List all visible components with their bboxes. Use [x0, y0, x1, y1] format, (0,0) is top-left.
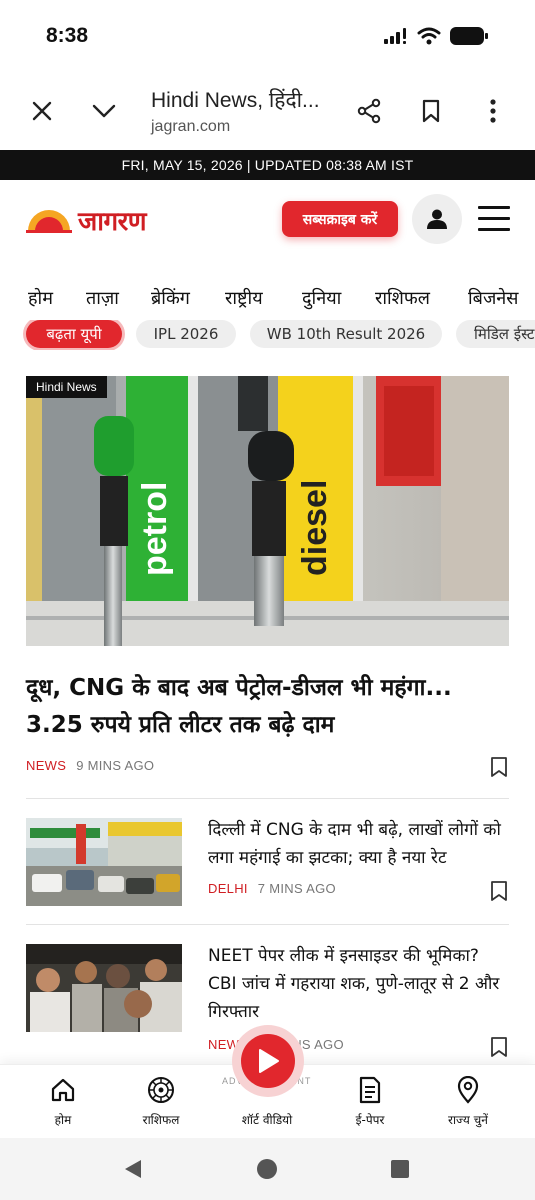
- status-bar: 8:38: [0, 0, 535, 72]
- user-account-button[interactable]: [412, 194, 462, 244]
- share-button[interactable]: [352, 94, 386, 128]
- back-icon[interactable]: [122, 1158, 144, 1180]
- article-thumbnail[interactable]: [26, 818, 182, 906]
- bottom-nav-epaper[interactable]: ई-पेपर: [325, 1075, 415, 1128]
- bottom-nav-select-state[interactable]: राज्य चुनें: [423, 1075, 513, 1128]
- hero-image[interactable]: petrol diesel: [26, 376, 509, 646]
- diesel-label: diesel: [296, 480, 334, 576]
- nav-item-breaking[interactable]: ब्रेकिंग: [151, 286, 190, 310]
- page-title[interactable]: Hindi News, हिंदी...: [151, 86, 331, 114]
- epaper-icon: [359, 1076, 381, 1104]
- chevron-down-icon: [92, 104, 116, 118]
- article-meta: DELHI 7 MINS AGO: [208, 881, 336, 896]
- bottom-nav-short-video[interactable]: शॉर्ट वीडियो: [222, 1111, 312, 1128]
- share-icon: [357, 98, 381, 124]
- nav-item-world[interactable]: दुनिया: [302, 286, 341, 310]
- system-nav-bar: [0, 1138, 535, 1200]
- bottom-nav-horoscope[interactable]: राशिफल: [116, 1075, 206, 1128]
- hero-category-tag[interactable]: Hindi News: [26, 376, 107, 398]
- play-icon: [259, 1049, 279, 1073]
- bottom-nav-home[interactable]: होम: [18, 1075, 108, 1128]
- chip-badhta-up[interactable]: बढ़ता यूपी: [26, 320, 122, 348]
- bottom-nav-label: शॉर्ट वीडियो: [241, 1113, 293, 1127]
- minimize-button[interactable]: [87, 94, 121, 128]
- bottom-nav-label: होम: [54, 1113, 72, 1127]
- bottom-nav-label: ई-पेपर: [355, 1113, 385, 1127]
- bookmark-icon[interactable]: [490, 880, 508, 902]
- fuel-pump-illustration: petrol diesel: [26, 376, 509, 646]
- logo-text: जागरण: [78, 207, 147, 237]
- battery-icon: [450, 27, 488, 45]
- location-pin-icon: [457, 1076, 479, 1104]
- home-icon: [51, 1078, 75, 1102]
- user-icon: [427, 209, 447, 229]
- nav-item-latest[interactable]: ताज़ा: [86, 286, 119, 310]
- bookmark-page-button[interactable]: [414, 94, 448, 128]
- article-time: 7 MINS AGO: [257, 881, 336, 896]
- wifi-icon: [417, 27, 441, 45]
- sun-logo-icon: [26, 210, 72, 233]
- menu-bar-icon: [478, 228, 510, 231]
- recents-icon[interactable]: [390, 1159, 410, 1179]
- trending-chips: बढ़ता यूपी IPL 2026 WB 10th Result 2026 …: [0, 320, 535, 350]
- overflow-menu-button[interactable]: [476, 94, 510, 128]
- menu-bar-icon: [478, 217, 510, 220]
- hero-time: 9 MINS AGO: [76, 758, 155, 773]
- close-icon: [32, 101, 52, 121]
- subscribe-button[interactable]: सब्सक्राइब करें: [282, 201, 398, 237]
- status-time: 8:38: [46, 24, 89, 47]
- page-domain[interactable]: jagran.com: [151, 118, 230, 136]
- hero-category[interactable]: NEWS: [26, 758, 66, 773]
- chip-middle-east[interactable]: मिडिल ईस्ट: [456, 320, 535, 348]
- article-category[interactable]: DELHI: [208, 881, 248, 896]
- nav-item-horoscope[interactable]: राशिफल: [375, 286, 430, 310]
- article-headline[interactable]: NEET पेपर लीक में इनसाइडर की भूमिका? CBI…: [208, 942, 508, 1026]
- more-vert-icon: [490, 99, 496, 123]
- menu-bar-icon: [478, 206, 510, 209]
- bottom-nav-label: राशिफल: [142, 1113, 180, 1127]
- hero-meta: NEWS 9 MINS AGO: [26, 758, 154, 773]
- hero-headline[interactable]: दूध, CNG के बाद अब पेट्रोल-डीजल भी महंगा…: [26, 670, 509, 744]
- divider: [26, 924, 509, 925]
- home-circle-icon[interactable]: [256, 1158, 278, 1180]
- bookmark-icon: [422, 99, 440, 123]
- close-tab-button[interactable]: [25, 94, 59, 128]
- divider: [26, 798, 509, 799]
- signal-icon: [384, 28, 406, 44]
- browser-toolbar: Hindi News, हिंदी... jagran.com: [0, 72, 535, 150]
- jagran-logo[interactable]: जागरण: [26, 202, 147, 238]
- article-headline[interactable]: दिल्ली में CNG के दाम भी बढ़े, लाखों लोग…: [208, 816, 508, 872]
- zodiac-wheel-icon: [148, 1077, 174, 1103]
- chip-ipl[interactable]: IPL 2026: [136, 320, 236, 348]
- arrest-photo-thumbnail: [26, 944, 182, 1032]
- cng-station-thumbnail: [26, 818, 182, 906]
- short-video-play-button[interactable]: [232, 1025, 304, 1097]
- bottom-nav-label: राज्य चुनें: [448, 1113, 488, 1127]
- system-indicators: [383, 26, 489, 46]
- nav-item-business[interactable]: बिजनेस: [468, 286, 518, 310]
- nav-item-national[interactable]: राष्ट्रीय: [225, 286, 263, 310]
- hamburger-menu-button[interactable]: [478, 206, 510, 232]
- bookmark-icon[interactable]: [490, 1036, 508, 1058]
- nav-item-home[interactable]: होम: [28, 286, 53, 310]
- article-thumbnail[interactable]: [26, 944, 182, 1032]
- petrol-label: petrol: [136, 482, 174, 576]
- category-nav: होम ताज़ा ब्रेकिंग राष्ट्रीय दुनिया राशि…: [0, 282, 535, 318]
- bookmark-icon[interactable]: [490, 756, 508, 778]
- date-bar: FRI, MAY 15, 2026 | UPDATED 08:38 AM IST: [0, 150, 535, 180]
- chip-wb-result[interactable]: WB 10th Result 2026: [250, 320, 442, 348]
- site-header: जागरण सब्सक्राइब करें: [0, 180, 535, 260]
